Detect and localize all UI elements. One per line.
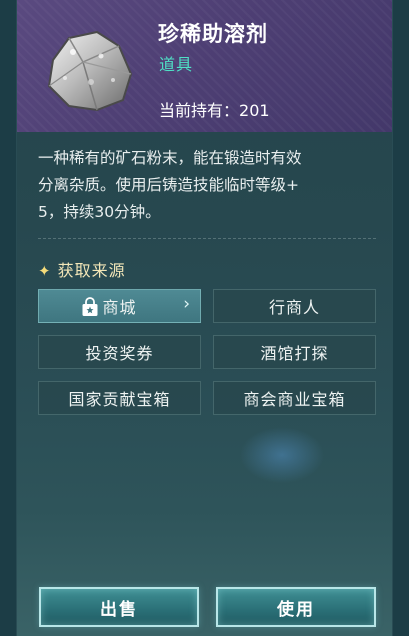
item-name: 珍稀助溶剂	[158, 22, 268, 46]
source-section-title: ✦ 获取来源	[38, 257, 126, 281]
divider	[38, 238, 376, 239]
owned-label: 当前持有：	[159, 101, 240, 120]
item-description: 一种稀有的矿石粉末，能在锻造时有效 分离杂质。使用后铸造技能临时等级+ 5，持续…	[38, 145, 378, 226]
source-merchant-label: 行商人	[268, 298, 320, 317]
item-detail-panel: 珍稀助溶剂 道具 当前持有：201 一种稀有的矿石粉末，能在锻造时有效 分离杂质…	[17, 0, 392, 636]
item-header: 珍稀助溶剂 道具 当前持有：201	[17, 0, 392, 132]
description-line: 一种稀有的矿石粉末，能在锻造时有效	[38, 149, 302, 167]
sell-button[interactable]: 出售	[39, 587, 199, 627]
source-investment-label: 投资奖券	[85, 344, 154, 363]
source-tavern-label: 酒馆打探	[260, 344, 329, 363]
sparkle-icon: ✦	[38, 262, 52, 280]
use-button[interactable]: 使用	[216, 587, 376, 627]
source-shop-button[interactable]: 商城 ›	[38, 289, 201, 323]
source-investment-button[interactable]: 投资奖券	[38, 335, 201, 369]
source-merchant-button[interactable]: 行商人	[213, 289, 376, 323]
item-type: 道具	[159, 55, 194, 74]
description-line: 5，持续30分钟。	[38, 203, 161, 221]
source-title-text: 获取来源	[57, 261, 126, 280]
description-line: 分离杂质。使用后铸造技能临时等级+	[38, 176, 299, 194]
owned-value: 201	[239, 101, 270, 120]
source-national-chest-button[interactable]: 国家贡献宝箱	[38, 381, 201, 415]
source-national-chest-label: 国家贡献宝箱	[68, 390, 171, 409]
ore-powder-icon	[47, 30, 133, 112]
source-shop-label: 商城	[102, 298, 137, 317]
chevron-right-icon: ›	[183, 294, 191, 314]
shop-bag-icon	[82, 297, 98, 316]
source-guild-chest-button[interactable]: 商会商业宝箱	[213, 381, 376, 415]
source-tavern-button[interactable]: 酒馆打探	[213, 335, 376, 369]
source-guild-chest-label: 商会商业宝箱	[243, 390, 346, 409]
owned-count: 当前持有：201	[159, 97, 270, 121]
